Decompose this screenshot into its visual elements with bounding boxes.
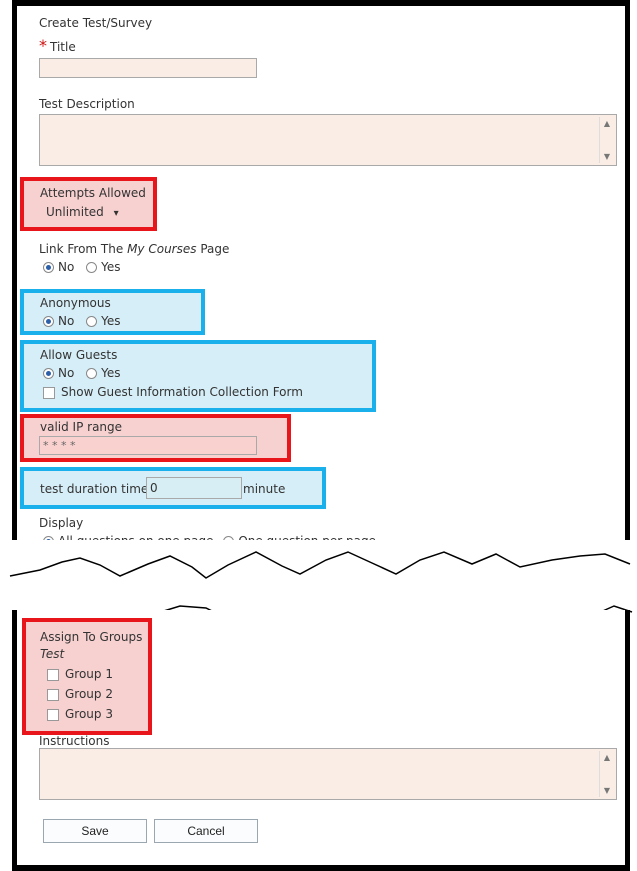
attempts-label: Attempts Allowed xyxy=(40,186,146,200)
form-panel-top: Create Test/Survey * Title Test Descript… xyxy=(12,0,630,560)
anonymous-no-label: No xyxy=(58,314,75,328)
ip-range-label: valid IP range xyxy=(40,420,123,434)
allow-guests-radio-group: No Yes xyxy=(43,366,121,380)
duration-unit: minute xyxy=(243,482,286,496)
group-3-checkbox[interactable] xyxy=(47,708,59,721)
link-radio-group: No Yes xyxy=(43,260,121,274)
allow-guests-label: Allow Guests xyxy=(40,348,118,362)
group-1-label: Group 1 xyxy=(65,667,113,681)
link-label-suffix: Page xyxy=(196,242,230,256)
guests-no-label: No xyxy=(58,366,75,380)
anonymous-radio-group: No Yes xyxy=(43,314,121,328)
link-no-label: No xyxy=(58,260,75,274)
chevron-down-icon: ▾ xyxy=(113,208,119,219)
guests-yes-label: Yes xyxy=(101,366,121,380)
title-label: Title xyxy=(50,40,76,54)
group-3-row: Group 3 xyxy=(47,707,113,721)
display-label: Display xyxy=(39,516,84,530)
attempts-value: Unlimited xyxy=(46,205,104,219)
guest-form-checkbox-label: Show Guest Information Collection Form xyxy=(61,385,303,399)
group-1-row: Group 1 xyxy=(47,667,113,681)
scroll-down-icon[interactable]: ▼ xyxy=(600,152,614,161)
scroll-up-icon[interactable]: ▲ xyxy=(600,119,614,128)
description-textarea[interactable]: ▲ ▼ xyxy=(39,114,617,166)
group-2-checkbox[interactable] xyxy=(47,688,59,701)
group-2-label: Group 2 xyxy=(65,687,113,701)
guest-form-checkbox[interactable] xyxy=(43,386,55,399)
scroll-down-icon[interactable]: ▼ xyxy=(600,786,614,795)
link-yes-label: Yes xyxy=(101,260,121,274)
link-no-radio[interactable] xyxy=(43,262,54,273)
instructions-label: Instructions xyxy=(39,734,110,748)
instructions-scrollbar[interactable]: ▲ ▼ xyxy=(599,751,614,797)
link-label-prefix: Link From The xyxy=(39,242,128,256)
description-label: Test Description xyxy=(39,97,135,111)
form-header: Create Test/Survey xyxy=(39,16,153,30)
instructions-textarea[interactable]: ▲ ▼ xyxy=(39,748,617,800)
ip-range-input[interactable]: * * * * xyxy=(39,436,257,455)
attempts-dropdown[interactable]: Unlimited ▾ xyxy=(46,205,119,219)
required-icon: * xyxy=(39,36,47,55)
anonymous-yes-label: Yes xyxy=(101,314,121,328)
groups-label: Assign To Groups xyxy=(40,630,143,644)
title-input[interactable] xyxy=(39,58,257,78)
form-panel-bottom: Assign To Groups Test Group 1 Group 2 Gr… xyxy=(12,610,630,871)
link-label-em: My Courses xyxy=(127,242,197,256)
guests-yes-radio[interactable] xyxy=(86,368,98,379)
scroll-up-icon[interactable]: ▲ xyxy=(600,753,614,762)
cancel-button[interactable]: Cancel xyxy=(154,819,258,843)
anonymous-label: Anonymous xyxy=(40,296,111,310)
duration-input[interactable]: 0 xyxy=(146,477,242,499)
anonymous-yes-radio[interactable] xyxy=(86,316,98,327)
guests-no-radio[interactable] xyxy=(43,368,54,379)
group-3-label: Group 3 xyxy=(65,707,113,721)
duration-label: test duration time xyxy=(40,482,149,496)
groups-subheading: Test xyxy=(40,647,65,661)
group-2-row: Group 2 xyxy=(47,687,113,701)
save-button[interactable]: Save xyxy=(43,819,147,843)
description-scrollbar[interactable]: ▲ ▼ xyxy=(599,117,614,163)
anonymous-no-radio[interactable] xyxy=(43,316,54,327)
link-label: Link From The My Courses Page xyxy=(39,242,229,256)
link-yes-radio[interactable] xyxy=(86,262,98,273)
group-1-checkbox[interactable] xyxy=(47,668,59,681)
guest-form-checkbox-row: Show Guest Information Collection Form xyxy=(43,385,303,399)
